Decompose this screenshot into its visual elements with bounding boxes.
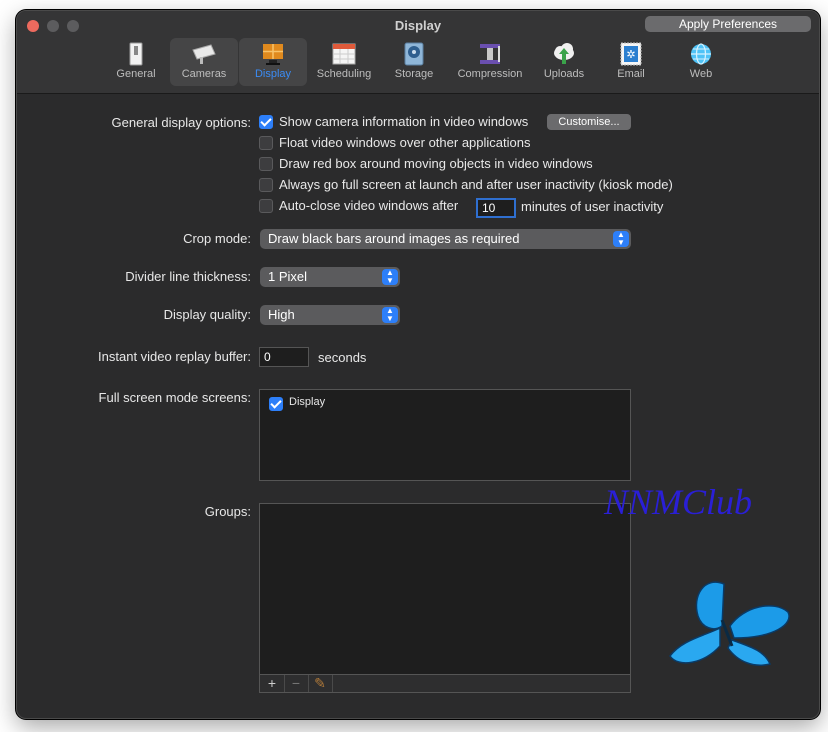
tab-label: Display xyxy=(254,68,292,80)
show-camera-info-checkbox[interactable] xyxy=(259,115,273,129)
switch-icon xyxy=(129,42,143,66)
tab-general[interactable]: General xyxy=(115,38,157,86)
add-group-button[interactable]: + xyxy=(260,675,285,692)
tab-label: Email xyxy=(617,68,645,80)
updown-chevron-icon: ▲ ▼ xyxy=(382,269,398,285)
globe-icon xyxy=(691,43,711,65)
stamp-icon: ✲ xyxy=(620,42,642,66)
tab-scheduling[interactable]: Scheduling xyxy=(311,38,377,86)
tab-email[interactable]: ✲ Email xyxy=(609,38,653,86)
remove-group-button[interactable]: − xyxy=(284,675,309,692)
groups-toolbar: + − ✎ xyxy=(259,674,631,693)
display-screen-checkbox[interactable] xyxy=(269,397,283,411)
auto-close-label: Auto-close video windows after xyxy=(279,198,459,213)
crop-mode-select[interactable]: Draw black bars around images as require… xyxy=(260,229,631,249)
display-quality-label: Display quality: xyxy=(163,307,251,322)
tab-label: Web xyxy=(689,68,713,80)
tab-compression[interactable]: Compression xyxy=(453,38,527,86)
crop-mode-value: Draw black bars around images as require… xyxy=(268,231,520,246)
tab-web[interactable]: Web xyxy=(679,38,723,86)
divider-thickness-label: Divider line thickness: xyxy=(125,269,251,284)
tab-label: Scheduling xyxy=(316,68,372,80)
float-windows-checkbox[interactable] xyxy=(259,136,273,150)
tab-cameras[interactable]: Cameras xyxy=(170,38,238,86)
calendar-icon xyxy=(332,43,356,65)
updown-chevron-icon: ▲ ▼ xyxy=(613,231,629,247)
disk-icon xyxy=(404,42,424,66)
cloud-upload-icon xyxy=(554,43,574,64)
camera-icon xyxy=(192,44,216,64)
replay-buffer-input[interactable]: 0 xyxy=(259,347,309,367)
red-box-checkbox[interactable] xyxy=(259,157,273,171)
vise-icon xyxy=(480,44,500,64)
auto-close-suffix: minutes of user inactivity xyxy=(521,199,664,214)
groups-list[interactable] xyxy=(259,503,631,675)
butterfly-icon xyxy=(669,581,790,666)
svg-text:✲: ✲ xyxy=(626,48,635,61)
display-icon xyxy=(263,44,283,65)
float-windows-label: Float video windows over other applicati… xyxy=(279,135,531,150)
red-box-label: Draw red box around moving objects in vi… xyxy=(279,156,593,171)
general-options-label: General display options: xyxy=(111,115,251,130)
divider-thickness-select[interactable]: 1 Pixel ▲ ▼ xyxy=(260,267,400,287)
tab-label: Storage xyxy=(394,68,434,80)
divider-thickness-value: 1 Pixel xyxy=(268,269,308,284)
kiosk-mode-label: Always go full screen at launch and afte… xyxy=(279,177,673,192)
tab-label: Cameras xyxy=(181,68,227,80)
auto-close-checkbox[interactable] xyxy=(259,199,273,213)
tab-label: General xyxy=(116,68,156,80)
fullscreen-screens-label: Full screen mode screens: xyxy=(98,390,251,405)
replay-buffer-label: Instant video replay buffer: xyxy=(98,349,251,364)
auto-close-minutes-input[interactable]: 10 xyxy=(476,198,516,218)
watermark-text: NNMClub xyxy=(604,482,753,522)
tab-storage[interactable]: Storage xyxy=(389,38,439,86)
customise-button[interactable]: Customise... xyxy=(547,114,631,130)
updown-chevron-icon: ▲ ▼ xyxy=(382,307,398,323)
tab-uploads[interactable]: Uploads xyxy=(539,38,589,86)
title-bar: Display Apply Preferences General Camera… xyxy=(17,11,819,94)
kiosk-mode-checkbox[interactable] xyxy=(259,178,273,192)
show-camera-info-label: Show camera information in video windows xyxy=(279,114,529,129)
replay-buffer-suffix: seconds xyxy=(318,350,367,365)
tab-display[interactable]: Display xyxy=(239,38,307,86)
display-quality-select[interactable]: High ▲ ▼ xyxy=(260,305,400,325)
tab-label: Compression xyxy=(457,68,523,80)
display-quality-value: High xyxy=(268,307,295,322)
fullscreen-screens-list[interactable]: Display xyxy=(259,389,631,481)
edit-group-button[interactable]: ✎ xyxy=(308,675,333,692)
crop-mode-label: Crop mode: xyxy=(183,231,251,246)
groups-label: Groups: xyxy=(204,504,251,519)
display-screen-label: Display xyxy=(289,396,326,408)
tab-label: Uploads xyxy=(543,68,585,80)
apply-preferences-button[interactable]: Apply Preferences xyxy=(645,16,811,32)
